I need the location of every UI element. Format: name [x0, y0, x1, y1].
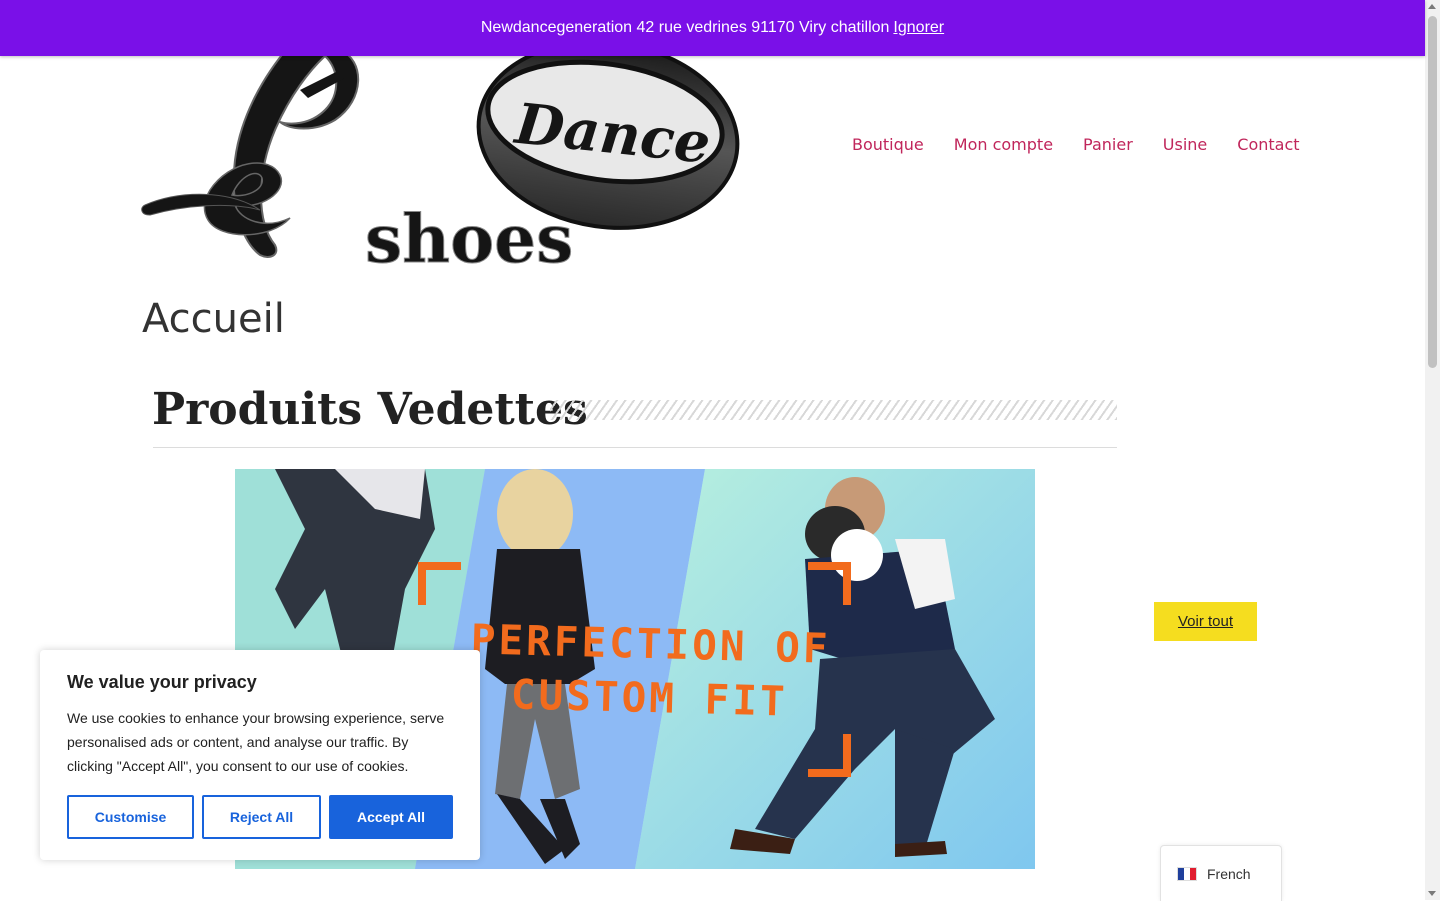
nav-boutique[interactable]: Boutique: [852, 135, 924, 154]
page-scrollbar[interactable]: [1425, 0, 1440, 900]
banner-line-2: CUSTOM FIT: [510, 670, 789, 726]
cookie-consent-banner: We value your privacy We use cookies to …: [40, 650, 480, 860]
banner-headline: PERFECTION OF CUSTOM FIT: [439, 612, 862, 731]
svg-text:shoes: shoes: [365, 200, 573, 270]
reject-all-button[interactable]: Reject All: [202, 795, 321, 839]
section-title: Produits Vedettes: [152, 384, 588, 435]
scroll-down-arrow-icon[interactable]: [1428, 891, 1436, 896]
site-logo[interactable]: Dance shoes: [140, 40, 740, 279]
banner-line-1: PERFECTION OF: [470, 615, 832, 673]
cookie-title: We value your privacy: [67, 672, 257, 692]
main-navigation: Boutique Mon compte Panier Usine Contact: [852, 135, 1300, 154]
scrollbar-thumb[interactable]: [1428, 16, 1437, 368]
see-all-button[interactable]: Voir tout: [1154, 602, 1257, 641]
store-notice-bar: Newdancegeneration 42 rue vedrines 91170…: [0, 0, 1425, 56]
section-title-decoration: [550, 400, 1117, 420]
nav-contact[interactable]: Contact: [1237, 135, 1299, 154]
scroll-up-arrow-icon[interactable]: [1428, 4, 1436, 9]
fr-flag-icon: [1177, 866, 1197, 881]
pe-dance-shoes-logo: Dance shoes: [141, 40, 740, 279]
customise-button[interactable]: Customise: [67, 795, 194, 839]
language-label: French: [1207, 865, 1251, 882]
language-switcher[interactable]: French: [1160, 845, 1282, 901]
cookie-description: We use cookies to enhance your browsing …: [67, 710, 445, 774]
store-notice-text: Newdancegeneration 42 rue vedrines 91170…: [480, 19, 890, 36]
nav-panier[interactable]: Panier: [1083, 135, 1133, 154]
nav-mon-compte[interactable]: Mon compte: [954, 135, 1053, 154]
nav-usine[interactable]: Usine: [1163, 135, 1207, 154]
page-title: Accueil: [142, 296, 285, 342]
section-divider: [153, 447, 1117, 448]
dismiss-notice-link[interactable]: Ignorer: [893, 19, 944, 37]
accept-all-button[interactable]: Accept All: [329, 795, 453, 839]
